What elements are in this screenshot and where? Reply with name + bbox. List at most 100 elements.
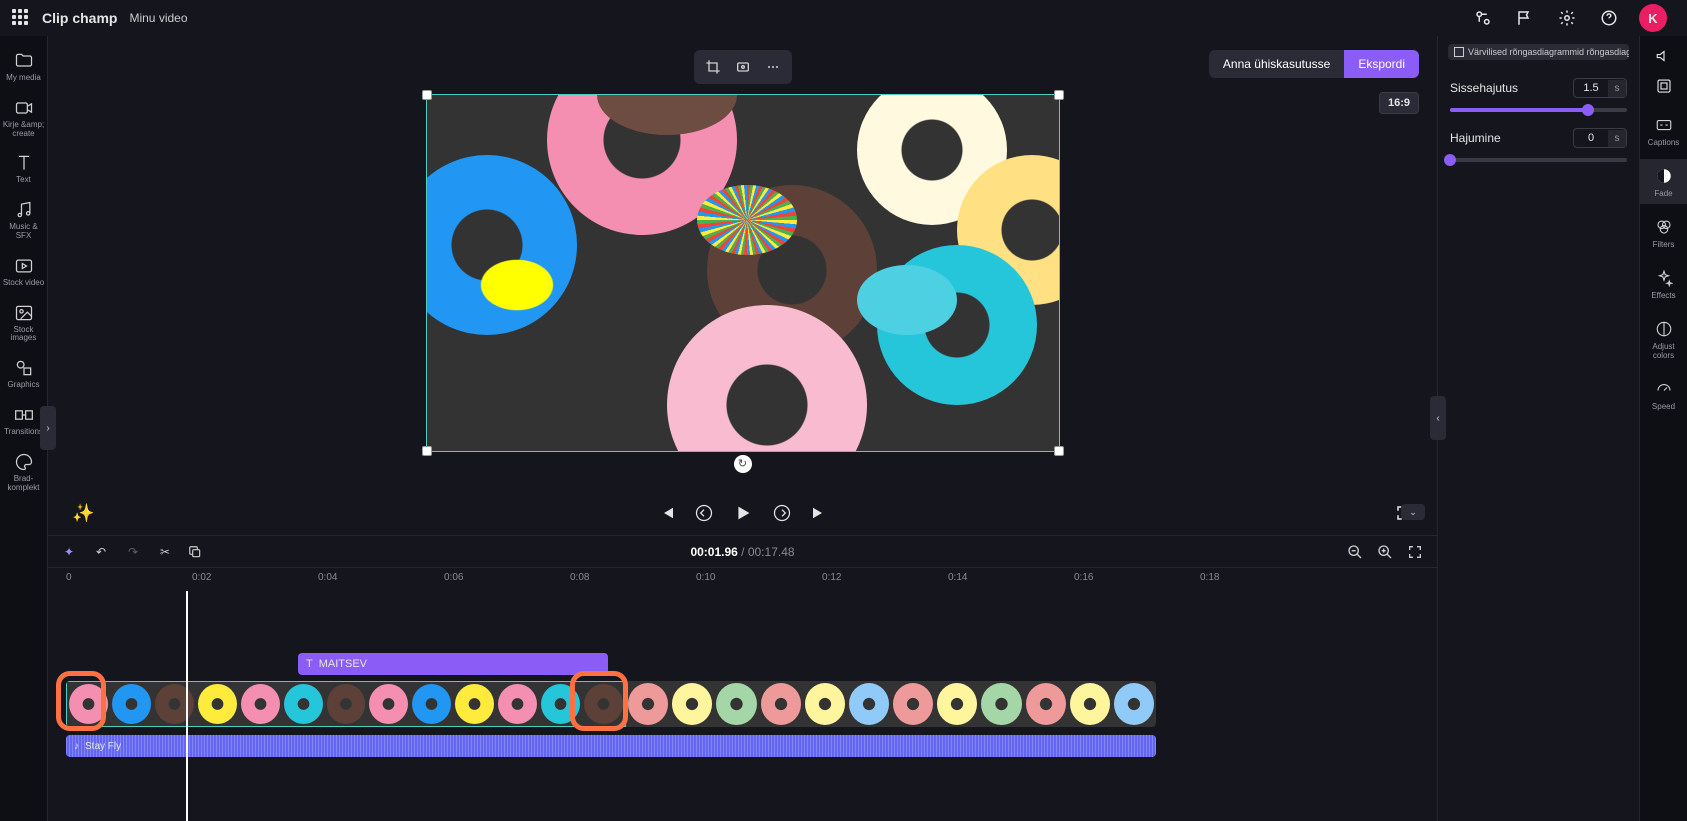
timeline-ruler[interactable]: 0 0:02 0:04 0:06 0:08 0:10 0:12 0:14 0:1… — [48, 567, 1437, 591]
color-tab-icon[interactable] — [1654, 76, 1674, 96]
project-title[interactable]: Minu video — [129, 11, 187, 25]
collapse-right-panel-button[interactable]: ‹ — [1430, 396, 1446, 440]
ruler-mark: 0:18 — [1200, 572, 1219, 583]
ruler-mark: 0:14 — [948, 572, 967, 583]
skip-back-button[interactable] — [658, 504, 676, 522]
skip-forward-button[interactable] — [810, 504, 828, 522]
effects-icon — [1653, 267, 1675, 289]
ruler-mark: 0:04 — [318, 572, 337, 583]
sidebar-item-label: Transitions — [4, 428, 43, 437]
app-launcher-icon[interactable] — [12, 9, 30, 27]
tab-label: Effects — [1651, 291, 1675, 300]
audio-clip[interactable]: ♪ Stay Fly — [66, 735, 1156, 757]
zoom-in-button[interactable] — [1377, 544, 1395, 560]
fade-in-value-box[interactable]: 1.5s — [1573, 78, 1627, 98]
sidebar-item-stock-images[interactable]: Stock images — [0, 298, 47, 348]
zoom-out-button[interactable] — [1347, 544, 1365, 560]
timeline-timecode: 00:01.96 / 00:17.48 — [690, 545, 794, 559]
zoom-fit-button[interactable] — [1407, 544, 1425, 560]
resize-handle-tr[interactable] — [1054, 90, 1064, 100]
video-icon — [13, 255, 35, 277]
upgrade-icon[interactable] — [1471, 6, 1495, 30]
fade-out-slider[interactable] — [1450, 158, 1627, 162]
preview-canvas[interactable]: ↻ — [426, 94, 1060, 452]
tab-captions[interactable]: Captions — [1640, 108, 1687, 153]
fade-out-value[interactable]: 0 — [1574, 129, 1608, 147]
rotate-handle[interactable]: ↻ — [734, 455, 752, 473]
current-time: 00:01.96 — [690, 545, 737, 559]
video-track — [66, 681, 1156, 727]
ruler-mark: 0:08 — [570, 572, 589, 583]
sidebar-item-label: My media — [6, 74, 41, 83]
sidebar-item-graphics[interactable]: Graphics — [0, 353, 47, 394]
fade-icon — [1653, 165, 1675, 187]
aspect-ratio-button[interactable]: 16:9 — [1379, 92, 1419, 114]
redo-button[interactable]: ↷ — [124, 545, 142, 559]
slider-knob[interactable] — [1582, 104, 1594, 116]
tab-adjust-colors[interactable]: Adjust colors — [1640, 312, 1687, 366]
text-clip[interactable]: T MAITSEV — [298, 653, 608, 675]
more-options-button[interactable] — [758, 54, 788, 80]
sidebar-item-label: Kirje &amp; create — [2, 121, 45, 139]
resize-handle-br[interactable] — [1054, 446, 1064, 456]
slider-knob[interactable] — [1444, 154, 1456, 166]
timeline-tracks[interactable]: T MAITSEV ♪ Stay Fly — [48, 591, 1437, 821]
resize-handle-bl[interactable] — [422, 446, 432, 456]
fade-out-unit: s — [1608, 130, 1626, 147]
add-track-button[interactable]: ✦ — [60, 545, 78, 559]
fade-out-value-box[interactable]: 0s — [1573, 128, 1627, 148]
undo-button[interactable]: ↶ — [92, 545, 110, 559]
text-icon — [13, 152, 35, 174]
fade-in-value[interactable]: 1.5 — [1574, 79, 1608, 97]
settings-icon[interactable] — [1555, 6, 1579, 30]
crop-button[interactable] — [698, 54, 728, 80]
tab-effects[interactable]: Effects — [1640, 261, 1687, 306]
tab-speed[interactable]: Speed — [1640, 372, 1687, 417]
step-forward-button[interactable] — [772, 503, 792, 523]
selected-clip-chip[interactable]: Värvilised rõngasdiagrammid rõngasdiagra… — [1448, 44, 1629, 60]
tab-filters[interactable]: Filters — [1640, 210, 1687, 255]
fade-in-label: Sissehajutus — [1450, 81, 1518, 95]
audio-tab-icon[interactable] — [1654, 46, 1674, 66]
clip-thumb-icon — [1454, 47, 1464, 57]
sidebar-item-stock-video[interactable]: Stock video — [0, 251, 47, 292]
music-note-icon: ♪ — [74, 741, 79, 752]
music-icon — [13, 199, 35, 221]
ruler-mark: 0:06 — [444, 572, 463, 583]
audio-clip-label: Stay Fly — [85, 741, 121, 752]
copy-button[interactable] — [188, 545, 206, 559]
playback-controls: ✨ — [48, 491, 1437, 535]
fade-in-slider[interactable] — [1450, 108, 1627, 112]
sidebar-item-label: Music & SFX — [2, 223, 45, 241]
export-button[interactable]: Ekspordi — [1344, 50, 1419, 78]
video-preview — [427, 95, 1059, 451]
clip-name: Värvilised rõngasdiagrammid rõngasdiagra… — [1468, 47, 1629, 57]
split-button[interactable]: ✂ — [156, 545, 174, 559]
step-back-button[interactable] — [694, 503, 714, 523]
tab-label: Filters — [1653, 240, 1675, 249]
tab-label: Adjust colors — [1642, 342, 1685, 360]
video-clip-2[interactable] — [626, 681, 1156, 727]
tab-fade[interactable]: Fade — [1640, 159, 1687, 204]
sidebar-item-label: Text — [16, 176, 31, 185]
fit-button[interactable] — [728, 54, 758, 80]
sidebar-item-music[interactable]: Music & SFX — [0, 195, 47, 245]
collapse-timeline-button[interactable]: ⌄ — [1401, 504, 1425, 520]
sidebar-item-my-media[interactable]: My media — [0, 46, 47, 87]
play-button[interactable] — [732, 502, 754, 524]
shapes-icon — [13, 357, 35, 379]
flag-icon[interactable] — [1513, 6, 1537, 30]
sidebar-item-text[interactable]: Text — [0, 148, 47, 189]
preview-toolbar — [694, 50, 792, 84]
fade-in-unit: s — [1608, 80, 1626, 97]
sidebar-item-brand-kit[interactable]: Brad-komplekt — [0, 447, 47, 497]
help-icon[interactable] — [1597, 6, 1621, 30]
transitions-icon — [13, 404, 35, 426]
video-clip-1[interactable] — [66, 681, 626, 727]
playhead[interactable] — [186, 591, 188, 821]
ai-magic-button[interactable]: ✨ — [72, 503, 94, 524]
share-button[interactable]: Anna ühiskasutusse — [1209, 50, 1344, 78]
resize-handle-tl[interactable] — [422, 90, 432, 100]
user-avatar[interactable]: K — [1639, 4, 1667, 32]
sidebar-item-record[interactable]: Kirje &amp; create — [0, 93, 47, 143]
